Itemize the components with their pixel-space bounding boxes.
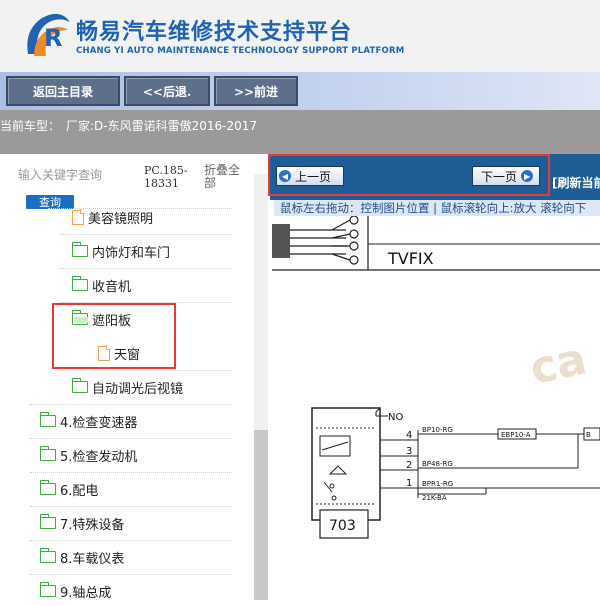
divider	[30, 540, 232, 541]
forward-button[interactable]: >>前进	[214, 76, 298, 106]
folder-icon	[39, 548, 56, 563]
home-button[interactable]: 返回主目录	[6, 76, 120, 106]
tree-item-power-distribution[interactable]: 6.配电	[39, 474, 99, 504]
pc-code: PC.185-18331	[144, 164, 188, 190]
wire-end-label: B	[586, 431, 591, 439]
component-box	[311, 407, 381, 521]
tree-item-label: 收音机	[92, 279, 132, 295]
folder-icon	[71, 276, 88, 291]
folder-icon	[39, 446, 56, 461]
tree-item-interior-lights[interactable]: 内饰灯和车门	[71, 236, 171, 266]
divider	[60, 268, 232, 269]
tree-item-mirror-lighting[interactable]: 美容镜照明	[72, 202, 153, 232]
site-subtitle: CHANG YI AUTO MAINTENANCE TECHNOLOGY SUP…	[76, 46, 405, 56]
pin-label: 1	[406, 478, 412, 489]
relay-symbol	[328, 465, 348, 475]
highlight-box	[52, 303, 176, 369]
svg-text:R: R	[44, 24, 62, 52]
folder-icon	[71, 378, 88, 393]
connector-name: TVFIX	[387, 249, 434, 268]
current-vehicle: 当前车型： 厂家:D-东风雷诺科雷傲2016-2017	[0, 117, 257, 134]
collapse-all-button[interactable]: 折叠全部	[204, 164, 244, 190]
refresh-link[interactable]: [刷新当前	[552, 174, 600, 191]
tree-item-radio[interactable]: 收音机	[71, 270, 132, 300]
tree-item-instrument-cluster[interactable]: 8.车载仪表	[39, 542, 125, 572]
wire-label: BP10-RG	[422, 426, 453, 434]
relay-line	[321, 441, 349, 451]
tree-item-engine[interactable]: 5.检查发动机	[39, 440, 138, 470]
tree-item-label: 自动调光后视镜	[92, 381, 184, 397]
divider	[60, 234, 232, 235]
folder-icon	[39, 412, 56, 427]
divider	[30, 472, 232, 473]
connector-pins	[349, 216, 359, 265]
document-icon	[72, 209, 85, 225]
tree-item-label: 8.车载仪表	[60, 551, 125, 567]
search-input[interactable]: 输入关键字查询	[18, 166, 102, 183]
wiring-diagram[interactable]: TVFIX ca 703 NO 4 3 2 1 EBP10-A B BP10-R…	[272, 216, 600, 600]
no-label: NO	[388, 412, 403, 423]
divider	[30, 574, 232, 575]
tree-item-axle-assembly[interactable]: 9.轴总成	[39, 576, 112, 606]
site-title: 畅易汽车维修技术支持平台	[76, 20, 353, 45]
divider	[30, 438, 232, 439]
logo-icon: R	[27, 13, 70, 56]
pin-label: 3	[406, 446, 412, 457]
splice-label: EBP10-A	[501, 431, 531, 439]
divider	[30, 404, 232, 405]
tree-item-label: 9.轴总成	[60, 585, 112, 601]
pin-label: 4	[406, 430, 412, 441]
wire-label: 21K-BA	[422, 494, 447, 502]
folder-icon	[39, 582, 56, 597]
wire-label: BP48-RG	[422, 460, 453, 468]
folder-icon	[39, 514, 56, 529]
pin-label: 2	[406, 460, 412, 471]
current-vehicle-value: 厂家:D-东风雷诺科雷傲2016-2017	[66, 119, 258, 133]
viewer-area: ◀ 上一页 下一页 ▶ [刷新当前 鼠标左右拖动：控制图片位置 | 鼠标滚轮向上…	[268, 154, 600, 600]
search-area: 输入关键字查询 查询	[18, 166, 110, 209]
back-button[interactable]: <<后退.	[124, 76, 210, 106]
toolbar: 返回主目录 <<后退. >>前进	[0, 72, 600, 110]
tree-item-label: 美容镜照明	[88, 211, 154, 227]
divider	[30, 506, 232, 507]
current-vehicle-label: 当前车型：	[0, 119, 61, 133]
tree-item-label: 7.特殊设备	[60, 517, 125, 533]
tree-item-special-equipment[interactable]: 7.特殊设备	[39, 508, 125, 538]
component-number: 703	[329, 518, 356, 534]
folder-icon	[39, 480, 56, 495]
sidebar-scrollbar-thumb[interactable]	[254, 430, 268, 600]
current-vehicle-bar: 当前车型： 厂家:D-东风雷诺科雷傲2016-2017	[0, 110, 600, 154]
tree-item-label: 5.检查发动机	[60, 449, 138, 465]
tree-item-label: 内饰灯和车门	[92, 245, 171, 261]
connector-wires	[290, 219, 351, 261]
tree-item-label: 6.配电	[60, 483, 99, 499]
folder-icon	[71, 242, 88, 257]
hint-bar: 鼠标左右拖动：控制图片位置 | 鼠标滚轮向上:放大 滚轮向下	[274, 200, 600, 216]
tree-item-transmission[interactable]: 4.检查变速器	[39, 406, 138, 436]
wiring-diagram-svg: TVFIX ca 703 NO 4 3 2 1 EBP10-A B BP10-R…	[272, 216, 600, 539]
header: R 畅易汽车维修技术支持平台 CHANG YI AUTO MAINTENANCE…	[0, 0, 600, 72]
tree-item-label: 4.检查变速器	[60, 415, 138, 431]
highlight-box	[268, 154, 550, 196]
relay-contacts	[316, 427, 376, 505]
search-button[interactable]: 查询	[26, 195, 74, 209]
connector-block	[272, 224, 290, 258]
tree-item-auto-dimming-mirror[interactable]: 自动调光后视镜	[71, 372, 184, 402]
watermark: ca	[526, 333, 591, 394]
divider	[60, 370, 232, 371]
sidebar: 输入关键字查询 查询 PC.185-18331 折叠全部 美容镜照明 内饰灯和车…	[0, 154, 268, 601]
wire-label: BPR1-RG	[422, 480, 453, 488]
